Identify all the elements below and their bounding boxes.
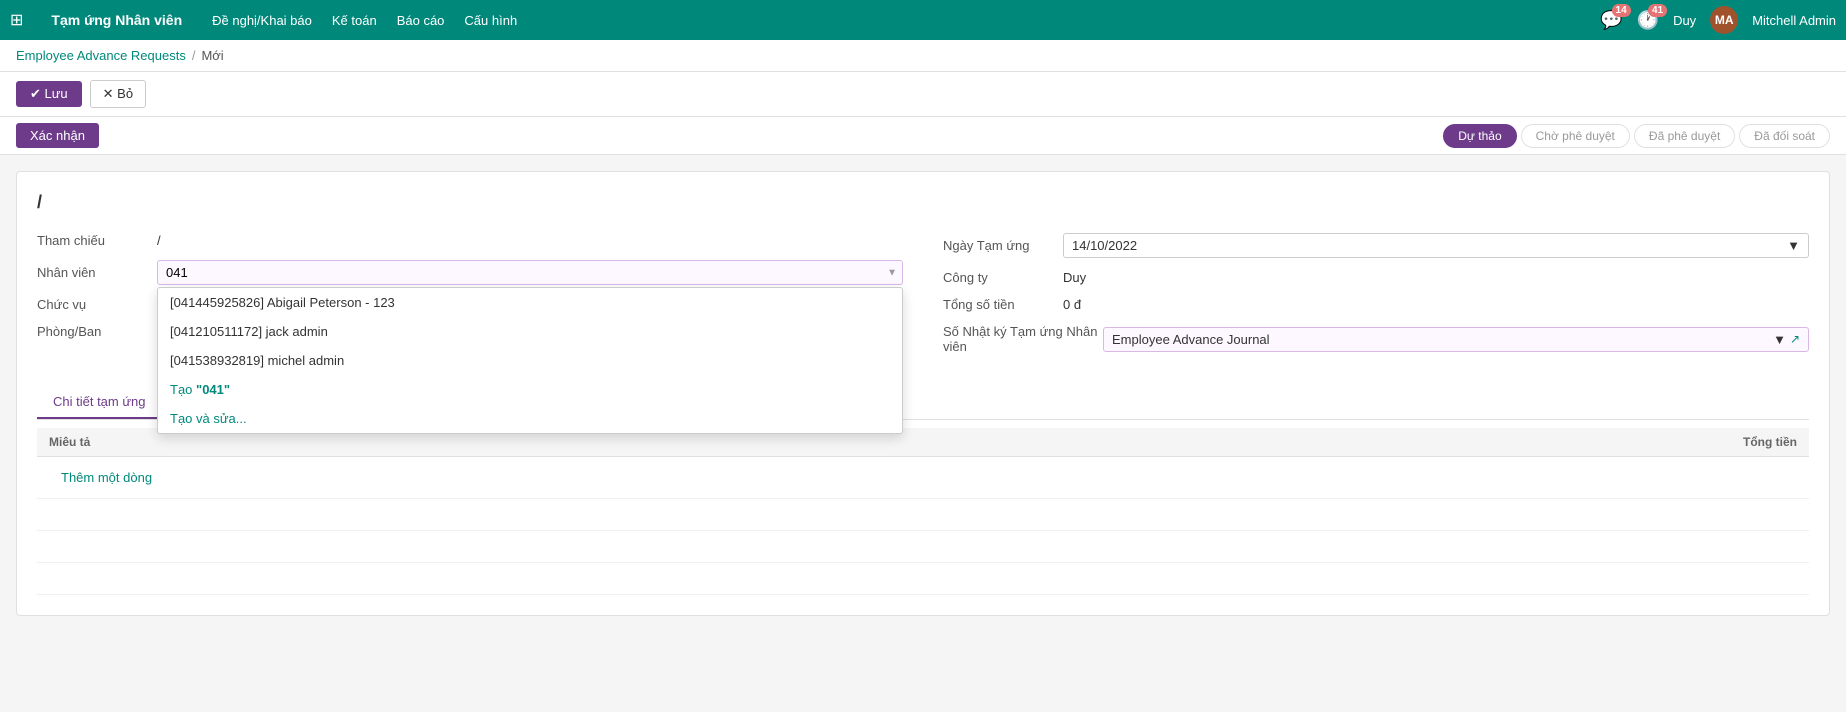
breadcrumb-current: Mới <box>201 48 223 63</box>
label-so-nhat-ky: Số Nhật ký Tạm ứng Nhân viên <box>943 324 1103 354</box>
label-phong-ban: Phòng/Ban <box>37 324 157 339</box>
label-tham-chieu: Tham chiếu <box>37 233 157 248</box>
nhan-vien-dropdown-list: [041445925826] Abigail Peterson - 123 [0… <box>157 287 903 434</box>
status-step-approved[interactable]: Đã phê duyệt <box>1634 124 1735 148</box>
dropdown-create-edit[interactable]: Tạo và sửa... <box>158 404 902 433</box>
topbar-right: 💬 14 🕐 41 Duy MA Mitchell Admin <box>1600 6 1836 34</box>
nhan-vien-input-wrapper: ▼ <box>157 260 903 285</box>
row-cong-ty: Công ty Duy <box>943 270 1809 285</box>
so-nhat-ky-field[interactable]: Employee Advance Journal ▼ ↗ <box>1103 327 1809 352</box>
main-content: / Tham chiếu / Nhân viên ▼ <box>0 155 1846 632</box>
dropdown-item-2[interactable]: [041538932819] michel admin <box>158 346 902 375</box>
chat-icon-button[interactable]: 💬 14 <box>1600 10 1622 31</box>
status-step-draft[interactable]: Dự thảo <box>1443 124 1516 148</box>
row-tong-so-tien: Tổng số tiền 0 đ <box>943 297 1809 312</box>
nav-item-cau-hinh[interactable]: Cấu hình <box>464 13 517 28</box>
avatar-initials: MA <box>1715 13 1734 27</box>
app-title: Tạm ứng Nhân viên <box>51 12 182 28</box>
nav-menu: Đề nghị/Khai báo Kế toán Báo cáo Cấu hìn… <box>212 13 517 28</box>
form-card: / Tham chiếu / Nhân viên ▼ <box>16 171 1830 616</box>
journal-dropdown-arrow: ▼ <box>1773 332 1786 347</box>
add-row-button[interactable]: Thêm một dòng <box>49 464 164 491</box>
ngay-tam-ung-value: 14/10/2022 <box>1072 238 1137 253</box>
clock-badge: 41 <box>1648 4 1667 17</box>
status-step-pending[interactable]: Chờ phê duyệt <box>1521 124 1630 148</box>
col-header-tong-tien: Tổng tiền <box>845 428 1809 457</box>
external-link-icon[interactable]: ↗ <box>1790 332 1800 346</box>
status-step-reconciled[interactable]: Đã đối soát <box>1739 124 1830 148</box>
row-ngay-tam-ung: Ngày Tạm ứng 14/10/2022 ▼ <box>943 233 1809 258</box>
value-tong-so-tien: 0 đ <box>1063 297 1809 312</box>
add-row-cell: Thêm một dòng <box>37 457 1809 499</box>
row-nhan-vien: Nhân viên ▼ [041445925826] Abigail Peter… <box>37 260 903 285</box>
tab-chi-tiet-tam-ung[interactable]: Chi tiết tạm ứng <box>37 386 162 419</box>
row-tham-chieu: Tham chiếu / <box>37 233 903 248</box>
clock-icon-button[interactable]: 🕐 41 <box>1637 10 1659 31</box>
chat-badge: 14 <box>1612 4 1631 17</box>
status-bar: Xác nhận Dự thảo Chờ phê duyệt Đã phê du… <box>0 117 1846 155</box>
form-left: Tham chiếu / Nhân viên ▼ [041445925826] … <box>37 233 903 366</box>
form-grid: Tham chiếu / Nhân viên ▼ [041445925826] … <box>37 233 1809 366</box>
form-right: Ngày Tạm ứng 14/10/2022 ▼ Công ty Duy Tổ… <box>943 233 1809 366</box>
table-row-empty-2 <box>37 531 1809 563</box>
admin-name[interactable]: Mitchell Admin <box>1752 13 1836 28</box>
table-row-empty-1 <box>37 499 1809 531</box>
nav-item-ke-toan[interactable]: Kế toán <box>332 13 377 28</box>
grid-icon[interactable]: ⊞ <box>10 10 23 30</box>
breadcrumb-separator: / <box>192 48 196 63</box>
top-navigation: ⊞ Tạm ứng Nhân viên Đề nghị/Khai báo Kế … <box>0 0 1846 40</box>
breadcrumb-parent[interactable]: Employee Advance Requests <box>16 48 186 63</box>
status-steps: Dự thảo Chờ phê duyệt Đã phê duyệt Đã đố… <box>1443 124 1830 148</box>
label-chuc-vu: Chức vụ <box>37 297 157 312</box>
avatar[interactable]: MA <box>1710 6 1738 34</box>
form-title: / <box>37 192 1809 213</box>
nhan-vien-input[interactable] <box>157 260 903 285</box>
user-name[interactable]: Duy <box>1673 13 1696 28</box>
dropdown-item-1[interactable]: [041210511172] jack admin <box>158 317 902 346</box>
value-cong-ty: Duy <box>1063 270 1809 285</box>
dropdown-create[interactable]: Tạo "041" <box>158 375 902 404</box>
calendar-icon: ▼ <box>1787 238 1800 253</box>
discard-button[interactable]: ✕ Bỏ <box>90 80 146 108</box>
value-tham-chieu: / <box>157 233 903 248</box>
nav-item-bao-cao[interactable]: Báo cáo <box>397 13 445 28</box>
table-row-empty-3 <box>37 563 1809 595</box>
data-table: Miêu tả Tổng tiền Thêm một dòng <box>37 428 1809 595</box>
label-ngay-tam-ung: Ngày Tạm ứng <box>943 238 1063 253</box>
confirm-button[interactable]: Xác nhận <box>16 123 99 148</box>
row-so-nhat-ky: Số Nhật ký Tạm ứng Nhân viên Employee Ad… <box>943 324 1809 354</box>
breadcrumb: Employee Advance Requests / Mới <box>0 40 1846 72</box>
create-label: Tạo <box>170 382 192 397</box>
label-tong-so-tien: Tổng số tiền <box>943 297 1063 312</box>
create-value: "041" <box>196 382 230 397</box>
ngay-tam-ung-field[interactable]: 14/10/2022 ▼ <box>1063 233 1809 258</box>
save-button[interactable]: ✔ Lưu <box>16 81 82 107</box>
table-row-empty: Thêm một dòng <box>37 457 1809 499</box>
label-cong-ty: Công ty <box>943 270 1063 285</box>
dropdown-item-0[interactable]: [041445925826] Abigail Peterson - 123 <box>158 288 902 317</box>
action-bar: ✔ Lưu ✕ Bỏ <box>0 72 1846 117</box>
label-nhan-vien: Nhân viên <box>37 265 157 280</box>
so-nhat-ky-value: Employee Advance Journal <box>1112 332 1270 347</box>
nhan-vien-dropdown-wrapper: ▼ [041445925826] Abigail Peterson - 123 … <box>157 260 903 285</box>
nav-item-de-nghi[interactable]: Đề nghị/Khai báo <box>212 13 312 28</box>
